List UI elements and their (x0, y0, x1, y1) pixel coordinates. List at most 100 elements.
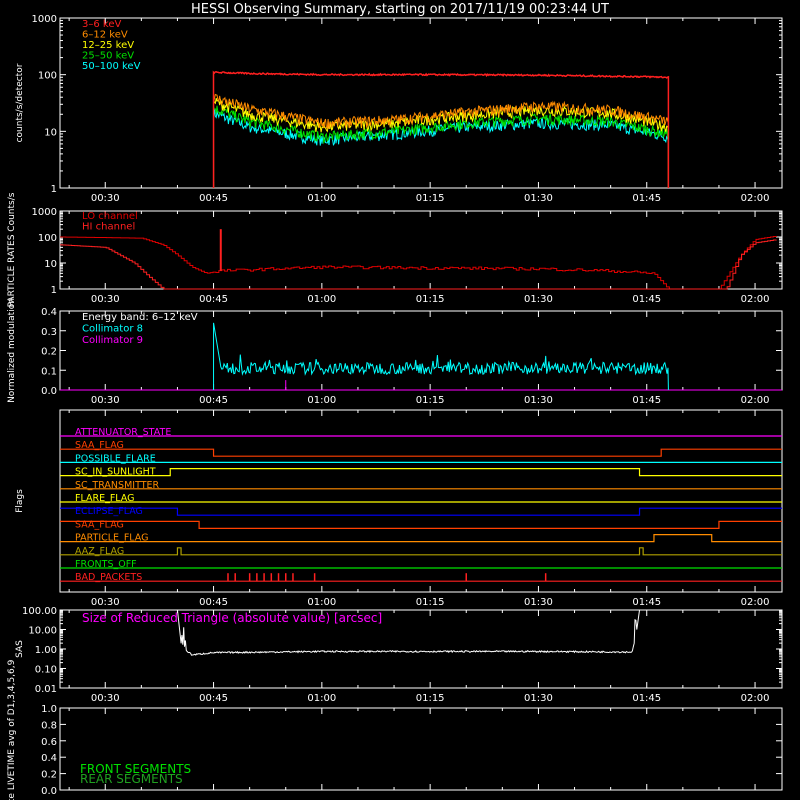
y-axis-label: PARTICLE RATES Counts/s (7, 192, 17, 307)
y-tick-label: 0.8 (41, 720, 57, 731)
flag-line-1 (60, 448, 782, 457)
legend-entry: 12–25 keV (82, 40, 134, 51)
panel-frame (59, 17, 783, 189)
legend-entry: Size of Reduced Triangle (absolute value… (82, 611, 382, 625)
x-tick-label: 01:45 (632, 395, 661, 406)
panel-particle-rates: 00:30 00:45 01:00 01:15 01:30 01:45 02:00 PARTI… (7, 192, 783, 307)
y-tick-label: 0.0 (41, 786, 57, 797)
series-line-0 (213, 322, 669, 391)
y-tick-label: 0.6 (41, 737, 57, 748)
panel-flags: 00:30 00:45 01:00 01:15 01:30 01:45 02:00 Flags… (15, 409, 783, 608)
y-tick-label: 0.10 (35, 665, 57, 676)
x-tick-label: 00:45 (199, 193, 228, 204)
flag-label: ECLIPSE_FLAG (75, 506, 143, 517)
legend-entry: Energy band: 6–12 keV (82, 312, 198, 323)
x-tick-label: 01:00 (307, 294, 336, 305)
x-tick-label: 02:00 (741, 693, 770, 704)
x-tick-label: 00:30 (91, 395, 120, 406)
y-tick-label: 100 (38, 233, 57, 244)
hessi-summary-chart: HESSI Observing Summary, starting on 201… (7, 2, 783, 800)
y-tick-label: 0.3 (41, 327, 57, 338)
x-tick-label: 02:00 (741, 294, 770, 305)
x-tick-label: 01:00 (307, 597, 336, 608)
x-tick-label: 01:30 (524, 193, 553, 204)
flag-line-7 (60, 520, 782, 529)
legend-entry: 50–100 keV (82, 61, 141, 72)
series-line-1 (212, 93, 669, 188)
y-tick-label: 0.01 (35, 684, 57, 695)
y-tick-label: 10.00 (28, 626, 57, 637)
x-tick-label: 02:00 (741, 395, 770, 406)
panel-modulation: 00:30 00:45 01:00 01:15 01:30 01:45 02:00 Norma… (7, 298, 783, 406)
y-tick-label: 0.2 (41, 770, 57, 781)
flag-label: SAA_FLAG (75, 519, 124, 530)
y-tick-label: 1.00 (35, 645, 57, 656)
panel-sas: 00:30 00:45 01:00 01:15 01:30 01:45 02:00 SAS 0.… (15, 606, 783, 704)
y-tick-label: 1.0 (41, 704, 57, 715)
flag-label: POSSIBLE_FLARE (75, 453, 156, 464)
legend-entry: Collimator 8 (82, 324, 143, 335)
flag-line-9 (60, 547, 782, 556)
x-tick-label: 00:45 (199, 693, 228, 704)
x-tick-label: 00:45 (199, 597, 228, 608)
flag-label: SC_TRANSMITTER (75, 480, 160, 491)
y-axis-label: counts/s/detector (15, 63, 25, 142)
x-tick-label: 01:30 (524, 395, 553, 406)
x-tick-label: 01:45 (632, 193, 661, 204)
legend-entry: LO channel (82, 211, 138, 222)
flag-line-3 (60, 468, 782, 477)
flag-line-8 (60, 534, 782, 543)
y-tick-label: 0.2 (41, 347, 57, 358)
legend-entry: 3–6 keV (82, 19, 121, 30)
x-tick-label: 00:30 (91, 294, 120, 305)
y-tick-label: 100 (38, 71, 57, 82)
x-tick-label: 01:00 (307, 395, 336, 406)
panel-frame (59, 210, 783, 290)
legend-entry: 25–50 keV (82, 51, 134, 62)
y-axis-label: Mon. Rate LIVETIME avg of D1,3,4,5,6,9 (7, 659, 17, 800)
y-tick-label: 0.4 (41, 753, 57, 764)
y-tick-label: 1000 (32, 207, 57, 218)
y-tick-label: 0.4 (41, 307, 57, 318)
flag-label: AAZ_FLAG (75, 546, 124, 557)
flag-label: ATTENUATOR_STATE (75, 427, 171, 438)
y-tick-label: 1 (51, 285, 57, 296)
flag-line-6 (60, 507, 782, 516)
y-tick-label: 10 (44, 259, 57, 270)
flag-label: SC_IN_SUNLIGHT (75, 467, 156, 478)
x-tick-label: 01:45 (632, 693, 661, 704)
x-tick-label: 01:00 (307, 693, 336, 704)
x-tick-label: 01:15 (416, 395, 445, 406)
y-tick-label: 100.00 (22, 606, 57, 617)
x-tick-label: 01:15 (416, 693, 445, 704)
x-tick-label: 01:30 (524, 294, 553, 305)
panels: 00:30 00:45 01:00 01:15 01:30 01:45 02:00 count… (7, 14, 783, 800)
x-tick-label: 00:30 (91, 193, 120, 204)
panel-count-rates: 00:30 00:45 01:00 01:15 01:30 01:45 02:00 count… (15, 14, 783, 204)
y-axis-label: Flags (15, 489, 25, 513)
legend-entry: 6–12 keV (82, 30, 128, 41)
legend-entry: REAR SEGMENTS (80, 772, 183, 786)
legend-entry: HI channel (82, 222, 135, 233)
x-tick-label: 01:15 (416, 294, 445, 305)
y-tick-label: 0.1 (41, 366, 57, 377)
x-tick-label: 00:45 (199, 395, 228, 406)
flag-label: PARTICLE_FLAG (75, 533, 148, 544)
y-tick-label: 10 (44, 127, 57, 138)
x-tick-label: 01:15 (416, 597, 445, 608)
legend-entry: Collimator 9 (82, 335, 143, 346)
x-tick-label: 00:30 (91, 597, 120, 608)
y-axis-label: Normalized modulation (7, 298, 17, 403)
y-tick-label: 0.0 (41, 386, 57, 397)
x-tick-label: 01:30 (524, 597, 553, 608)
panel-livetime: Mon. Rate LIVETIME avg of D1,3,4,5,6,9 0.… (7, 659, 783, 800)
x-tick-label: 01:45 (632, 597, 661, 608)
x-tick-label: 01:00 (307, 193, 336, 204)
x-tick-label: 00:45 (199, 294, 228, 305)
x-tick-label: 02:00 (741, 597, 770, 608)
x-tick-label: 01:15 (416, 193, 445, 204)
x-tick-label: 02:00 (741, 193, 770, 204)
chart-title: HESSI Observing Summary, starting on 201… (191, 2, 609, 17)
x-tick-label: 01:30 (524, 693, 553, 704)
flag-label: FRONTS_OFF (75, 559, 137, 570)
